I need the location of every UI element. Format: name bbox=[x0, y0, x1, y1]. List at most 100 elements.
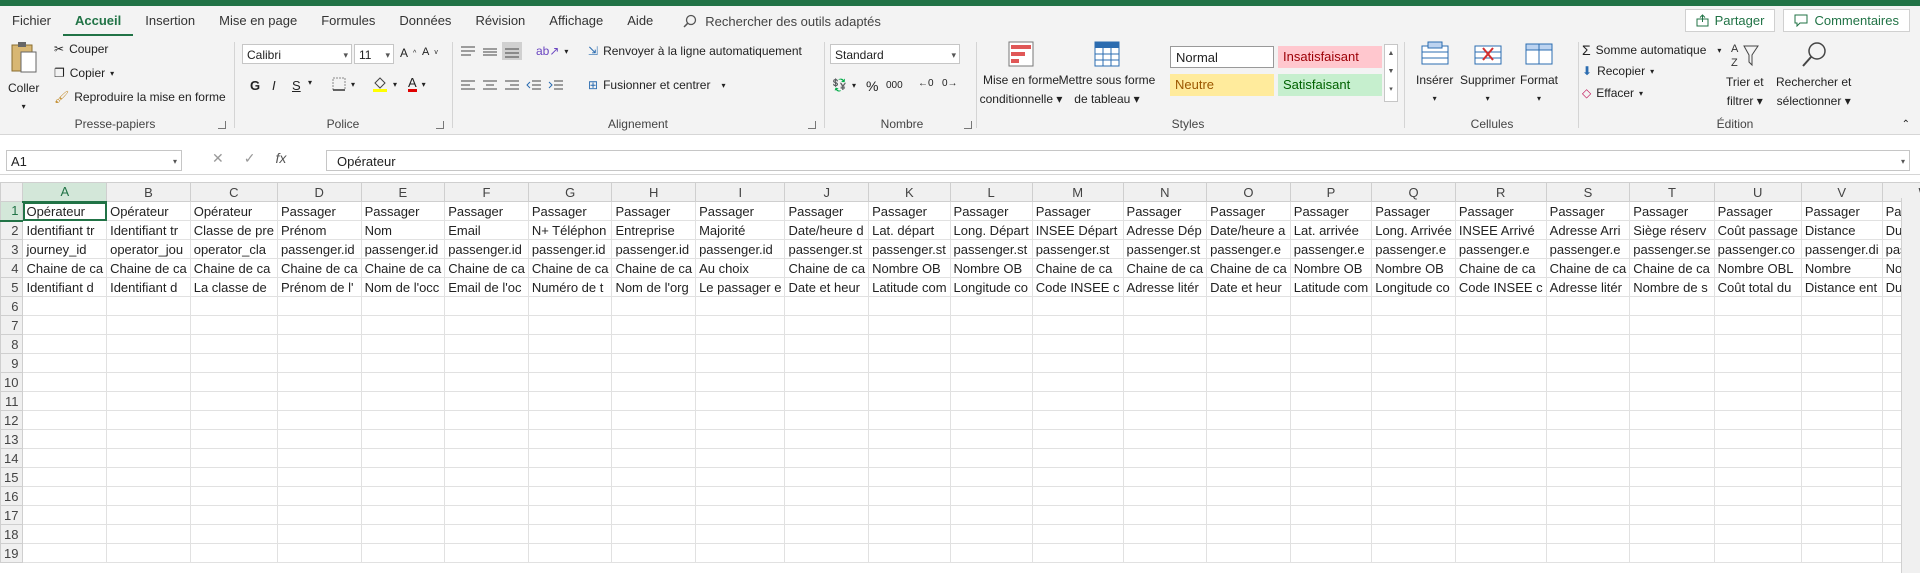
cell-s19[interactable] bbox=[1545, 543, 1631, 563]
thousands-button[interactable]: 000 bbox=[886, 80, 903, 91]
cell-h7[interactable] bbox=[611, 315, 697, 335]
row-header-5[interactable]: 5 bbox=[0, 277, 24, 297]
cell-o19[interactable] bbox=[1206, 543, 1291, 563]
cell-f15[interactable] bbox=[444, 467, 529, 487]
column-header-n[interactable]: N bbox=[1122, 182, 1208, 202]
cell-v8[interactable] bbox=[1800, 334, 1883, 354]
cell-g15[interactable] bbox=[527, 467, 613, 487]
cell-f12[interactable] bbox=[444, 410, 529, 430]
cell-g2[interactable]: N+ Téléphon bbox=[527, 220, 613, 240]
cell-u12[interactable] bbox=[1713, 410, 1802, 430]
cell-m18[interactable] bbox=[1031, 524, 1124, 544]
cell-m7[interactable] bbox=[1031, 315, 1124, 335]
cell-b6[interactable] bbox=[106, 296, 191, 316]
cell-l7[interactable] bbox=[949, 315, 1033, 335]
cell-t19[interactable] bbox=[1629, 543, 1715, 563]
vertical-scrollbar[interactable] bbox=[1901, 198, 1920, 573]
cell-a18[interactable] bbox=[22, 524, 108, 544]
cell-c4[interactable]: Chaine de ca bbox=[189, 258, 278, 278]
cell-p17[interactable] bbox=[1289, 505, 1373, 525]
cell-d15[interactable] bbox=[276, 467, 362, 487]
cell-a16[interactable] bbox=[22, 486, 108, 506]
cell-e11[interactable] bbox=[360, 391, 446, 411]
cell-l10[interactable] bbox=[949, 372, 1033, 392]
column-header-b[interactable]: B bbox=[106, 182, 191, 202]
cell-r1[interactable]: Passager bbox=[1454, 201, 1547, 221]
cell-r6[interactable] bbox=[1454, 296, 1547, 316]
cell-c11[interactable] bbox=[189, 391, 278, 411]
cell-c8[interactable] bbox=[189, 334, 278, 354]
cell-h15[interactable] bbox=[611, 467, 697, 487]
cell-s15[interactable] bbox=[1545, 467, 1631, 487]
cell-t16[interactable] bbox=[1629, 486, 1715, 506]
cell-p1[interactable]: Passager bbox=[1289, 201, 1373, 221]
cell-k11[interactable] bbox=[868, 391, 951, 411]
cell-i4[interactable]: Au choix bbox=[695, 258, 786, 278]
cell-h2[interactable]: Entreprise bbox=[611, 220, 697, 240]
sort-filter-button[interactable]: AZ Trier et filtrer ▾ bbox=[1726, 40, 1764, 108]
row-header-17[interactable]: 17 bbox=[0, 505, 24, 525]
cell-n1[interactable]: Passager bbox=[1122, 201, 1208, 221]
cell-i2[interactable]: Majorité bbox=[695, 220, 786, 240]
cell-d4[interactable]: Chaine de ca bbox=[276, 258, 362, 278]
cell-p13[interactable] bbox=[1289, 429, 1373, 449]
cell-t2[interactable]: Siège réserv bbox=[1629, 220, 1715, 240]
cell-q6[interactable] bbox=[1371, 296, 1456, 316]
cell-a11[interactable] bbox=[22, 391, 108, 411]
cell-l15[interactable] bbox=[949, 467, 1033, 487]
cell-r8[interactable] bbox=[1454, 334, 1547, 354]
bold-button[interactable]: G bbox=[250, 78, 260, 93]
cell-f16[interactable] bbox=[444, 486, 529, 506]
cell-q5[interactable]: Longitude co bbox=[1371, 277, 1456, 297]
cell-c9[interactable] bbox=[189, 353, 278, 373]
merge-center-button[interactable]: ⊞ Fusionner et centrer ▾ bbox=[588, 78, 725, 92]
cell-r12[interactable] bbox=[1454, 410, 1547, 430]
format-as-table-button[interactable]: Mettre sous forme de tableau ▾ bbox=[1059, 40, 1155, 106]
cell-a3[interactable]: journey_id bbox=[22, 239, 108, 259]
cell-p8[interactable] bbox=[1289, 334, 1373, 354]
cell-t5[interactable]: Nombre de s bbox=[1629, 277, 1715, 297]
cell-s10[interactable] bbox=[1545, 372, 1631, 392]
cell-k10[interactable] bbox=[868, 372, 951, 392]
cell-a8[interactable] bbox=[22, 334, 108, 354]
cell-h8[interactable] bbox=[611, 334, 697, 354]
cell-l6[interactable] bbox=[949, 296, 1033, 316]
cell-d1[interactable]: Passager bbox=[276, 201, 362, 221]
cell-b15[interactable] bbox=[106, 467, 191, 487]
cell-o7[interactable] bbox=[1206, 315, 1291, 335]
cell-h18[interactable] bbox=[611, 524, 697, 544]
cell-n2[interactable]: Adresse Dép bbox=[1122, 220, 1208, 240]
cell-v12[interactable] bbox=[1800, 410, 1883, 430]
cell-u13[interactable] bbox=[1713, 429, 1802, 449]
cell-m10[interactable] bbox=[1031, 372, 1124, 392]
cell-n3[interactable]: passenger.st bbox=[1122, 239, 1208, 259]
cell-l2[interactable]: Long. Départ bbox=[949, 220, 1033, 240]
cell-s3[interactable]: passenger.e bbox=[1545, 239, 1631, 259]
cell-e6[interactable] bbox=[360, 296, 446, 316]
cell-b8[interactable] bbox=[106, 334, 191, 354]
cell-g13[interactable] bbox=[527, 429, 613, 449]
tab-revision[interactable]: Révision bbox=[463, 6, 537, 36]
cell-v2[interactable]: Distance bbox=[1800, 220, 1883, 240]
cell-a12[interactable] bbox=[22, 410, 108, 430]
cell-d12[interactable] bbox=[276, 410, 362, 430]
cell-f1[interactable]: Passager bbox=[444, 201, 529, 221]
cell-j5[interactable]: Date et heur bbox=[784, 277, 870, 297]
cell-q3[interactable]: passenger.e bbox=[1371, 239, 1456, 259]
fill-button[interactable]: ⬇ Recopier ▾ bbox=[1582, 64, 1654, 78]
cell-l12[interactable] bbox=[949, 410, 1033, 430]
column-header-h[interactable]: H bbox=[611, 182, 697, 202]
font-dialog-launcher[interactable] bbox=[436, 121, 444, 129]
cell-c18[interactable] bbox=[189, 524, 278, 544]
cell-m5[interactable]: Code INSEE c bbox=[1031, 277, 1124, 297]
cell-a13[interactable] bbox=[22, 429, 108, 449]
cell-s1[interactable]: Passager bbox=[1545, 201, 1631, 221]
cell-e16[interactable] bbox=[360, 486, 446, 506]
cell-o12[interactable] bbox=[1206, 410, 1291, 430]
cell-d19[interactable] bbox=[276, 543, 362, 563]
cell-k9[interactable] bbox=[868, 353, 951, 373]
cell-p16[interactable] bbox=[1289, 486, 1373, 506]
decrease-decimal-button[interactable]: 0→ bbox=[942, 78, 958, 89]
cell-u10[interactable] bbox=[1713, 372, 1802, 392]
cell-r15[interactable] bbox=[1454, 467, 1547, 487]
